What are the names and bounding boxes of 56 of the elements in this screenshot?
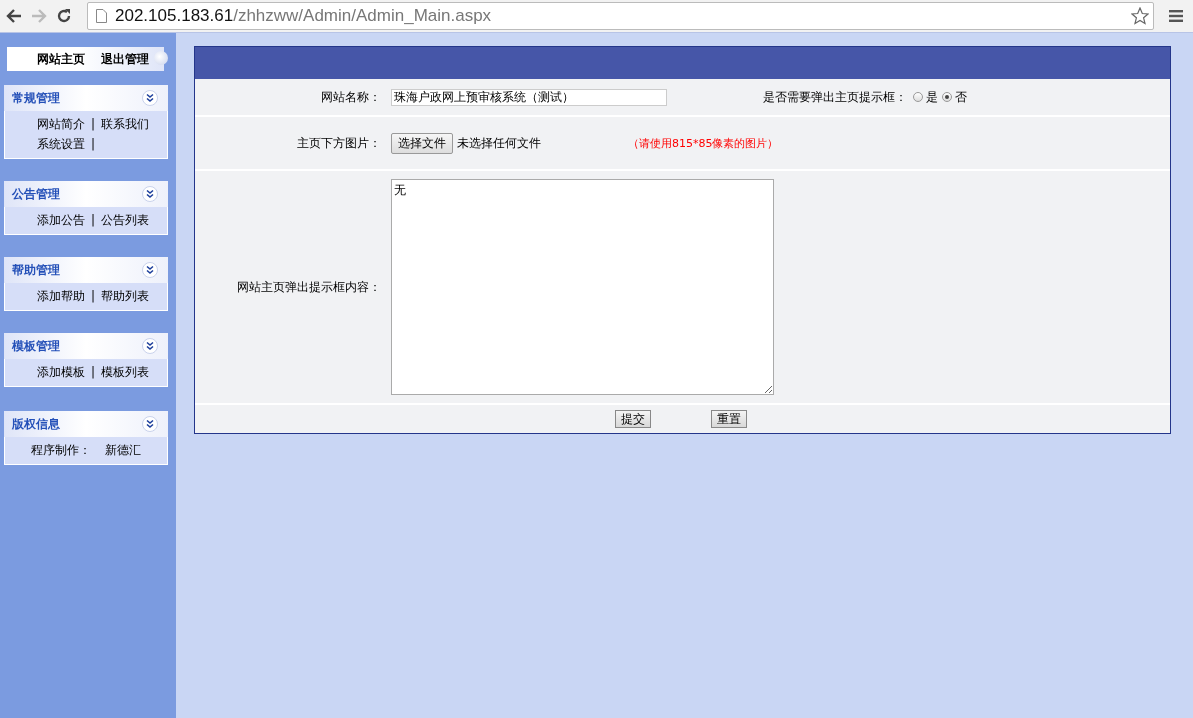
menu-link[interactable]: 添加公告 bbox=[37, 210, 85, 230]
separator: | bbox=[91, 116, 96, 133]
knob-icon bbox=[154, 51, 168, 65]
radio-label[interactable]: 是 bbox=[926, 88, 938, 106]
panel-header[interactable]: 模板管理 bbox=[4, 333, 168, 359]
collapse-chevron-icon[interactable] bbox=[142, 90, 158, 106]
menu-link[interactable]: 添加帮助 bbox=[37, 286, 85, 306]
panel-header[interactable]: 版权信息 bbox=[4, 411, 168, 437]
form-button[interactable]: 重置 bbox=[711, 410, 747, 428]
panel-header[interactable]: 常规管理 bbox=[4, 85, 168, 111]
menu-link[interactable]: 添加模板 bbox=[37, 362, 85, 382]
field-label: 是否需要弹出主页提示框： bbox=[763, 88, 907, 106]
separator: | bbox=[91, 288, 96, 305]
collapse-chevron-icon[interactable] bbox=[142, 416, 158, 432]
menu-link[interactable]: 帮助列表 bbox=[101, 286, 150, 306]
separator: | bbox=[91, 136, 96, 153]
page-icon bbox=[96, 9, 107, 23]
top-link[interactable]: 退出管理 bbox=[101, 50, 149, 68]
field-label: 网站名称： bbox=[320, 88, 382, 106]
panel-header[interactable]: 公告管理 bbox=[4, 181, 168, 207]
url-text: 202.105.183.61/zhhzww/Admin/Admin_Main.aspx bbox=[115, 6, 493, 26]
content-textarea[interactable]: 无 bbox=[391, 179, 774, 395]
menu-link[interactable]: 网站简介 bbox=[37, 114, 85, 134]
star-icon[interactable] bbox=[1131, 7, 1149, 25]
field-label: 主页下方图片： bbox=[296, 134, 382, 152]
panel-title: 版权信息 bbox=[12, 415, 60, 433]
field-label: 网站主页弹出提示框内容： bbox=[236, 278, 382, 296]
panel-title: 模板管理 bbox=[12, 337, 60, 355]
form-button[interactable]: 提交 bbox=[615, 410, 651, 428]
site-name-field[interactable]: 珠海户政网上预审核系统（测试） bbox=[391, 88, 667, 106]
file-status: 未选择任何文件 bbox=[457, 134, 541, 152]
choose-file-button[interactable]: 选择文件 bbox=[391, 132, 453, 154]
reload-icon[interactable] bbox=[56, 8, 72, 24]
menu-icon[interactable] bbox=[1169, 10, 1183, 22]
panel-header[interactable]: 帮助管理 bbox=[4, 257, 168, 283]
menu-link[interactable]: 联系我们 bbox=[101, 114, 150, 134]
menu-link[interactable]: 系统设置 bbox=[37, 134, 85, 154]
collapse-chevron-icon[interactable] bbox=[142, 186, 158, 202]
radio-button[interactable] bbox=[913, 92, 923, 102]
back-icon[interactable] bbox=[6, 9, 22, 23]
panel-title: 常规管理 bbox=[12, 89, 60, 107]
menu-link[interactable]: 模板列表 bbox=[101, 362, 150, 382]
size-hint: （请使用815*85像素的图片） bbox=[628, 135, 779, 151]
collapse-chevron-icon[interactable] bbox=[142, 262, 158, 278]
panel-title: 帮助管理 bbox=[12, 261, 60, 279]
top-link[interactable]: 网站主页 bbox=[37, 50, 85, 68]
collapse-chevron-icon[interactable] bbox=[142, 338, 158, 354]
panel-title: 公告管理 bbox=[12, 185, 60, 203]
separator: | bbox=[91, 364, 96, 381]
address-bar[interactable]: 202.105.183.61/zhhzww/Admin/Admin_Main.aspx bbox=[87, 2, 1154, 30]
info-text: 新德汇 bbox=[105, 442, 141, 459]
radio-label[interactable]: 否 bbox=[955, 88, 967, 106]
radio-button[interactable] bbox=[942, 92, 952, 102]
info-text: 程序制作： bbox=[31, 442, 91, 459]
menu-link[interactable]: 公告列表 bbox=[101, 210, 150, 230]
separator: | bbox=[91, 212, 96, 229]
